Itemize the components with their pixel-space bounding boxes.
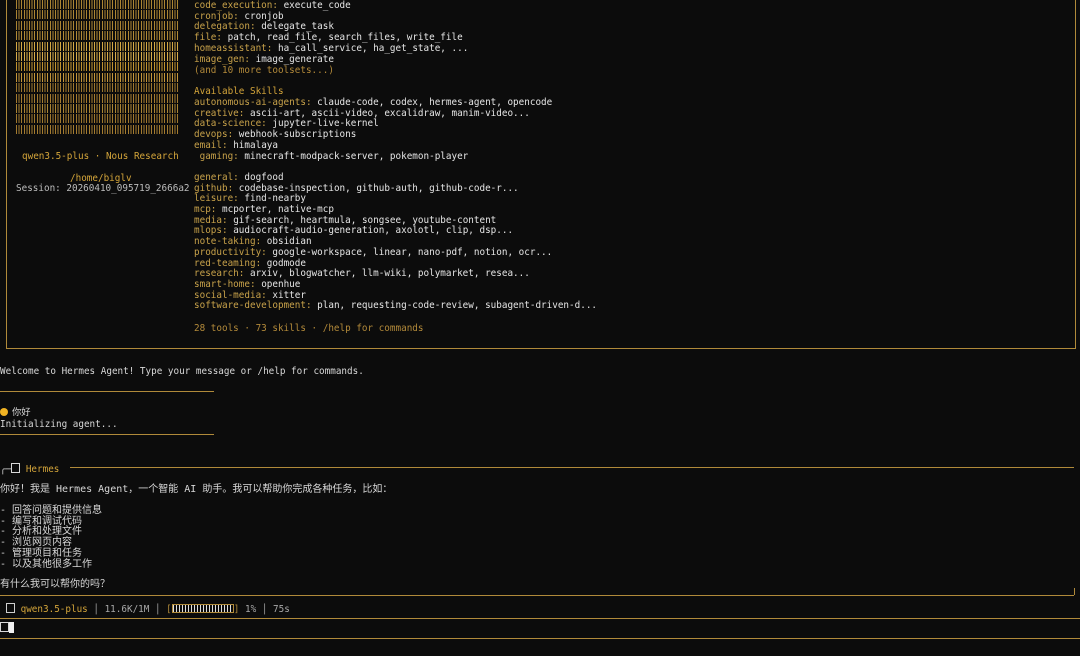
skill-key: autonomous-ai-agents:: [194, 97, 312, 108]
banner-session: Session: 20260410_095719_2666a2: [16, 183, 190, 194]
toolset-value: ha_call_service, ha_get_state, ...: [277, 42, 469, 54]
skill-value: minecraft-modpack-server, pokemon-player: [244, 150, 469, 162]
toolset-value: patch, read_file, search_files, write_fi…: [227, 32, 463, 44]
user-dot-icon: [0, 408, 8, 416]
response-header-rule: [70, 467, 1074, 468]
skill-value: google-workspace, linear, nano-pdf, noti…: [272, 246, 553, 258]
skill-key: smart-home:: [194, 278, 256, 290]
skill-key: data-science:: [194, 118, 267, 130]
response-header: ╭─ Hermes: [0, 463, 60, 475]
skill-row: software-development: plan, requesting-c…: [194, 300, 598, 312]
skill-key: mcp:: [194, 204, 217, 215]
status-percent: 1%: [245, 604, 257, 615]
skill-value: himalaya: [233, 139, 278, 151]
response-bullet: - 以及其他很多工作: [0, 558, 93, 570]
toolset-key: image_gen:: [194, 53, 250, 65]
input-line[interactable]: [0, 622, 14, 635]
status-initializing: Initializing agent...: [0, 419, 118, 430]
skills-heading: Available Skills: [194, 86, 284, 97]
separator: [0, 434, 214, 435]
skill-value: claude-code, codex, hermes-agent, openco…: [317, 97, 553, 108]
skill-value: arxiv, blogwatcher, llm-wiki, polymarket…: [249, 268, 530, 280]
skill-key: gaming:: [194, 150, 239, 162]
skill-value: jupyter-live-kernel: [272, 118, 379, 130]
skill-key: general:: [194, 171, 239, 183]
toolset-value: cronjob: [244, 10, 284, 22]
toolset-key: delegation:: [194, 21, 256, 33]
banner-model-label: qwen3.5-plus · Nous Research: [22, 151, 179, 162]
skill-key: productivity:: [194, 246, 267, 258]
toolset-row: image_gen: image_generate: [194, 53, 334, 66]
skill-key: media:: [194, 214, 228, 226]
banner-summary: 28 tools · 73 skills · /help for command…: [194, 323, 424, 334]
user-message: 你好: [0, 407, 31, 419]
welcome-text: Welcome to Hermes Agent! Type your messa…: [0, 366, 364, 377]
skill-key: software-development:: [194, 300, 312, 312]
skill-value: find-nearby: [244, 193, 306, 205]
skill-key: github:: [194, 182, 234, 194]
response-question: 有什么我可以帮你的吗？: [0, 579, 110, 590]
skill-key: leisure:: [194, 193, 239, 205]
toolset-value: execute_code: [283, 0, 351, 11]
skill-value: xitter: [272, 289, 306, 301]
skill-value: ascii-art, ascii-video, excalidraw, mani…: [249, 107, 530, 119]
skill-value: plan, requesting-code-review, subagent-d…: [317, 300, 598, 312]
toolset-key: homeassistant:: [194, 42, 273, 54]
skill-value: webhook-subscriptions: [238, 129, 357, 141]
status-bar: qwen3.5-plus │ 11.6K/1M │ [] 1% │ 75s: [0, 603, 290, 616]
toolset-value: delegate_task: [261, 21, 334, 33]
more-toolsets: (and 10 more toolsets...): [194, 65, 334, 76]
separator: [0, 391, 214, 392]
response-header-label: Hermes: [25, 464, 60, 475]
text-cursor: [9, 622, 14, 633]
toolset-key: file:: [194, 32, 222, 44]
skill-key: devops:: [194, 129, 234, 141]
skill-value: gif-search, heartmula, songsee, youtube-…: [233, 214, 497, 226]
skill-value: audiocraft-audio-generation, axolotl, cl…: [233, 225, 514, 237]
skill-value: dogfood: [244, 171, 284, 183]
status-time: │ 75s: [261, 604, 290, 615]
skill-key: social-media:: [194, 289, 267, 301]
skill-key: creative:: [194, 107, 245, 119]
response-footer-rule: [0, 595, 1074, 596]
skill-row: gaming: minecraft-modpack-server, pokemo…: [194, 150, 469, 163]
skill-key: mlops:: [194, 225, 228, 237]
user-message-text: 你好: [12, 407, 31, 418]
input-top-rule: [0, 618, 1080, 619]
skill-value: mcporter, native-mcp: [222, 204, 334, 215]
hermes-logo-art: [16, 0, 178, 138]
hermes-box-icon: [11, 463, 21, 473]
skill-key: note-taking:: [194, 236, 262, 248]
response-bullet: - 管理项目和任务: [0, 547, 83, 559]
skill-value: godmode: [266, 257, 306, 269]
skill-key: research:: [194, 268, 245, 280]
toolset-key: cronjob:: [194, 10, 239, 22]
response-intro: 你好！我是 Hermes Agent，一个智能 AI 助手。我可以帮助你完成各种…: [0, 484, 393, 495]
status-tokens: │ 11.6K/1M │: [93, 604, 161, 615]
skill-value: openhue: [261, 278, 301, 290]
skill-value: obsidian: [266, 236, 312, 248]
toolset-key: code_execution:: [194, 0, 278, 11]
status-box-icon: [6, 603, 15, 613]
context-progress-bar: [171, 604, 234, 613]
status-model: qwen3.5-plus: [20, 604, 88, 615]
skill-key: red-teaming:: [194, 257, 262, 269]
skill-key: email:: [194, 139, 228, 151]
input-bottom-rule: [0, 638, 1080, 639]
prompt-box-icon: [0, 622, 9, 632]
skill-value: codebase-inspection, github-auth, github…: [238, 182, 519, 194]
toolset-value: image_generate: [255, 53, 334, 65]
